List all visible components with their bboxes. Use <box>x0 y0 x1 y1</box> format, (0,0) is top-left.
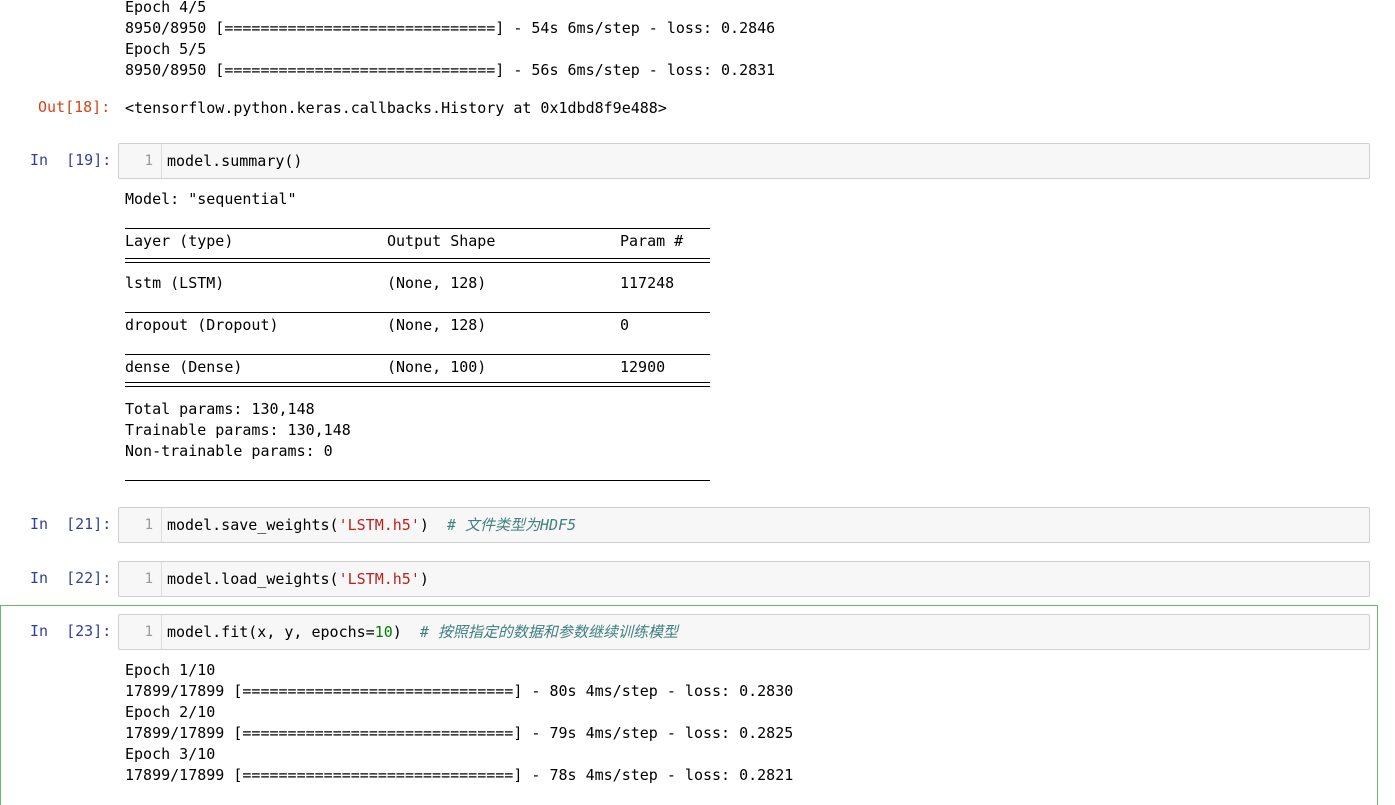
table-row-layer: dropout (Dropout) <box>125 316 279 334</box>
training-output-line: 8950/8950 [=============================… <box>125 61 776 79</box>
code-text: model.load_weights( <box>167 570 339 588</box>
code-string: 'LSTM.h5' <box>338 570 420 588</box>
table-row-param: 117248 <box>620 274 675 292</box>
training-output-line: 17899/17899 [===========================… <box>125 766 794 784</box>
total-params: Total params: 130,148 <box>125 400 315 418</box>
code-line[interactable]: model.summary() <box>167 144 302 178</box>
training-output-line: Epoch 1/10 <box>125 661 216 679</box>
history-result: <tensorflow.python.keras.callbacks.Histo… <box>125 99 667 117</box>
header-layer: Layer (type) <box>125 232 234 250</box>
table-row-layer: lstm (LSTM) <box>125 274 225 292</box>
table-row-layer: dense (Dense) <box>125 358 243 376</box>
table-rule <box>125 312 710 313</box>
training-output-line: 17899/17899 [===========================… <box>125 724 794 742</box>
code-text: model.fit(x, y, epochs= <box>167 623 375 641</box>
in-prompt-19: In [19]: <box>30 151 112 169</box>
code-line[interactable]: model.load_weights('LSTM.h5') <box>167 562 429 596</box>
code-text: ) <box>419 570 429 588</box>
table-rule <box>125 480 710 481</box>
code-cell-21[interactable]: 1 model.save_weights('LSTM.h5') # 文件类型为H… <box>118 507 1370 543</box>
training-output-line: Epoch 4/5 <box>125 0 207 16</box>
header-shape: Output Shape <box>387 232 496 250</box>
line-number: 1 <box>119 562 162 596</box>
code-cell-19[interactable]: 1 model.summary() <box>118 143 1370 179</box>
code-text: ) <box>392 623 420 641</box>
table-rule <box>125 228 710 229</box>
code-line[interactable]: model.fit(x, y, epochs=10) # 按照指定的数据和参数继… <box>167 615 678 649</box>
code-text: ) <box>419 516 447 534</box>
table-row-param: 12900 <box>620 358 666 376</box>
training-output-line: Epoch 5/5 <box>125 40 207 58</box>
in-prompt-23: In [23]: <box>30 622 112 640</box>
code-cell-23[interactable]: 1 model.fit(x, y, epochs=10) # 按照指定的数据和参… <box>118 614 1370 650</box>
code-comment: # 文件类型为HDF5 <box>446 516 577 534</box>
table-row-shape: (None, 100) <box>387 358 487 376</box>
training-output-line: Epoch 3/10 <box>125 745 216 763</box>
in-prompt-21: In [21]: <box>30 515 112 533</box>
training-output-line: Epoch 2/10 <box>125 703 216 721</box>
header-param: Param # <box>620 232 684 250</box>
code-line[interactable]: model.save_weights('LSTM.h5') # 文件类型为HDF… <box>167 508 576 542</box>
training-output-line: 8950/8950 [=============================… <box>125 19 776 37</box>
code-number: 10 <box>374 623 393 641</box>
table-row-param: 0 <box>620 316 630 334</box>
code-string: 'LSTM.h5' <box>338 516 420 534</box>
table-double-rule <box>125 382 710 387</box>
out-prompt-18: Out[18]: <box>38 98 111 116</box>
code-cell-22[interactable]: 1 model.load_weights('LSTM.h5') <box>118 561 1370 597</box>
code-comment: # 按照指定的数据和参数继续训练模型 <box>419 623 678 641</box>
table-row-shape: (None, 128) <box>387 274 487 292</box>
table-double-rule <box>125 258 710 263</box>
line-number: 1 <box>119 144 162 178</box>
model-title: Model: "sequential" <box>125 190 297 208</box>
line-number: 1 <box>119 615 162 649</box>
table-row-shape: (None, 128) <box>387 316 487 334</box>
training-output-line: 17899/17899 [===========================… <box>125 682 794 700</box>
line-number: 1 <box>119 508 162 542</box>
trainable-params: Trainable params: 130,148 <box>125 421 351 439</box>
code-text: model.save_weights( <box>167 516 339 534</box>
non-trainable-params: Non-trainable params: 0 <box>125 442 333 460</box>
table-rule <box>125 354 710 355</box>
in-prompt-22: In [22]: <box>30 569 112 587</box>
